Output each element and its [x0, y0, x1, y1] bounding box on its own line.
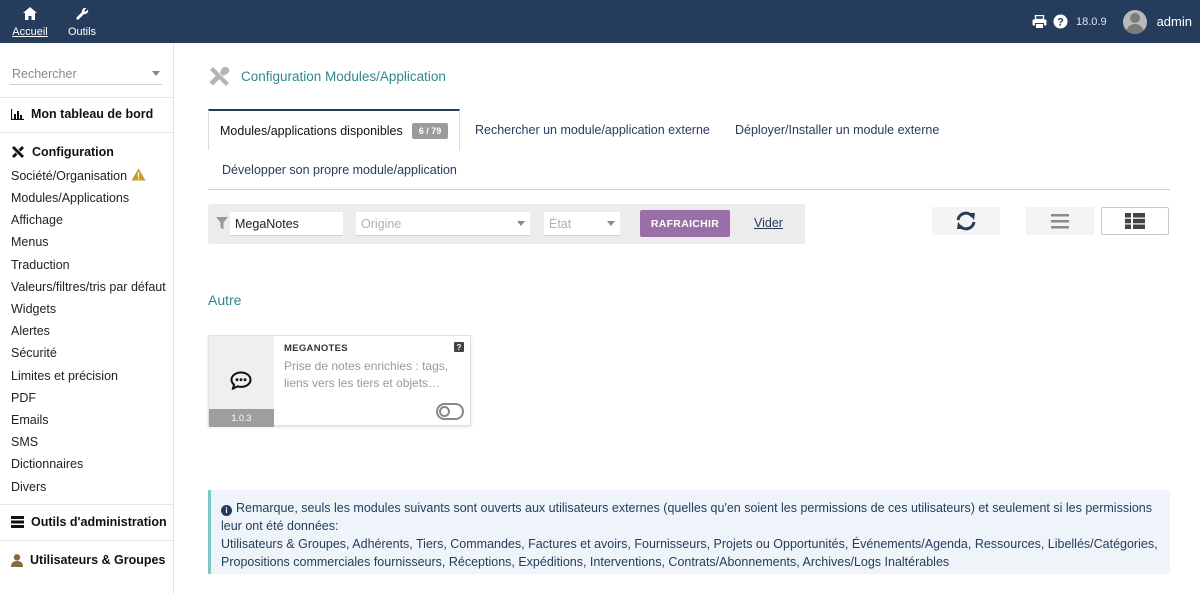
print-icon[interactable]: [1032, 14, 1047, 29]
main-content: Configuration Modules/Application Module…: [175, 43, 1200, 594]
module-toggle[interactable]: [436, 403, 464, 420]
list-icon: [1051, 213, 1069, 229]
filter-icon: [216, 217, 228, 235]
refresh-button[interactable]: RAFRAICHIR: [640, 210, 730, 237]
sidebar-item-menus[interactable]: Menus: [11, 235, 169, 249]
sidebar-item-display[interactable]: Affichage: [11, 213, 169, 227]
sidebar-item-misc[interactable]: Divers: [11, 480, 169, 494]
info-icon: i: [221, 505, 232, 516]
sidebar-item-security[interactable]: Sécurité: [11, 346, 169, 360]
comment-dots-icon: [230, 371, 252, 395]
sidebar-users-groups-label: Utilisateurs & Groupes: [30, 553, 166, 567]
sidebar-item-company[interactable]: Société/Organisation: [11, 168, 169, 184]
tab-search-external[interactable]: Rechercher un module/application externe: [475, 123, 710, 137]
nav-home[interactable]: Accueil: [0, 0, 60, 43]
info-note-line1: i Remarque, seuls les modules suivants so…: [221, 499, 1160, 535]
sidebar-config-header[interactable]: Configuration: [11, 145, 169, 159]
server-icon: [11, 516, 24, 528]
origin-placeholder: Origine: [361, 216, 402, 231]
nav-home-label: Accueil: [12, 25, 48, 38]
module-search-value: MegaNotes: [235, 216, 299, 231]
chevron-down-icon: [517, 221, 525, 226]
sidebar-item-emails[interactable]: Emails: [11, 413, 169, 427]
module-description: Prise de notes enrichies : tags, liens v…: [284, 359, 449, 390]
kanban-view-button[interactable]: [1101, 207, 1169, 235]
topbar-right: ? 18.0.9 admin: [1032, 0, 1192, 43]
top-navbar: Accueil Outils ? 18.0.9 admin: [0, 0, 1200, 43]
sidebar-search-select[interactable]: Rechercher: [10, 63, 162, 85]
tabs-divider: [208, 189, 1170, 190]
chevron-down-icon: [607, 221, 615, 226]
sidebar-item-pdf[interactable]: PDF: [11, 391, 169, 405]
sidebar-dashboard[interactable]: Mon tableau de bord: [11, 107, 169, 121]
module-name[interactable]: MEGANOTES: [284, 343, 348, 354]
user-name[interactable]: admin: [1157, 14, 1192, 29]
tools-icon: [208, 65, 231, 87]
sidebar-users-groups[interactable]: Utilisateurs & Groupes: [11, 553, 169, 567]
tab-deploy-external[interactable]: Déployer/Installer un module externe: [735, 123, 939, 137]
nav-tools[interactable]: Outils: [52, 0, 112, 43]
clear-filters-link[interactable]: Vider: [754, 216, 783, 230]
svg-text:?: ?: [1057, 17, 1064, 29]
home-icon: [23, 6, 37, 22]
nav-tools-label: Outils: [67, 25, 97, 38]
sidebar-item-limits[interactable]: Limites et précision: [11, 369, 169, 383]
page-title: Configuration Modules/Application: [241, 68, 446, 84]
chart-icon: [11, 108, 24, 120]
state-placeholder: État: [549, 216, 572, 231]
sidebar-search-placeholder: Rechercher: [12, 66, 77, 81]
sidebar-item-label: Société/Organisation: [11, 169, 128, 183]
state-select[interactable]: État: [544, 212, 620, 236]
tab-available-modules[interactable]: Modules/applications disponibles 6 / 79: [208, 109, 460, 150]
wrench-icon: [75, 6, 89, 22]
grid-list-icon: [1125, 213, 1145, 229]
module-card: 1.0.3 MEGANOTES ? Prise de notes enrichi…: [208, 335, 471, 427]
sidebar-config-label: Configuration: [32, 145, 114, 159]
sidebar-dashboard-label: Mon tableau de bord: [31, 107, 154, 121]
info-note-modules-list: Utilisateurs & Groupes, Adhérents, Tiers…: [221, 537, 1158, 569]
list-view-button[interactable]: [1026, 207, 1094, 235]
tools-icon: [11, 145, 25, 159]
page-header: Configuration Modules/Application: [208, 65, 446, 87]
chevron-down-icon: [152, 71, 160, 76]
module-version: 1.0.3: [209, 409, 274, 427]
sync-icon: [955, 211, 977, 231]
sidebar-item-modules[interactable]: Modules/Applications: [11, 191, 169, 205]
toggle-knob: [439, 406, 450, 417]
avatar[interactable]: [1122, 9, 1147, 34]
sidebar-item-dictionaries[interactable]: Dictionnaires: [11, 457, 169, 471]
info-note-text: Remarque, seuls les modules suivants son…: [221, 501, 1153, 533]
reload-button[interactable]: [932, 207, 1000, 235]
sidebar-item-translation[interactable]: Traduction: [11, 258, 169, 272]
version-label: 18.0.9: [1075, 15, 1107, 28]
sidebar-admin-tools[interactable]: Outils d'administration: [11, 515, 169, 529]
module-search-input[interactable]: MegaNotes: [230, 212, 343, 236]
count-badge: 6 / 79: [411, 122, 449, 139]
tab-label: Modules/applications disponibles: [220, 123, 403, 138]
info-note: i Remarque, seuls les modules suivants so…: [208, 490, 1170, 574]
tab-develop-module[interactable]: Développer son propre module/application: [222, 163, 457, 177]
help-icon[interactable]: ?: [454, 342, 464, 352]
sidebar: Rechercher Mon tableau de bord Configura…: [0, 43, 174, 594]
help-icon[interactable]: ?: [1053, 14, 1068, 29]
sidebar-item-defaults[interactable]: Valeurs/filtres/tris par défaut: [11, 280, 169, 294]
sidebar-item-widgets[interactable]: Widgets: [11, 302, 169, 316]
section-title: Autre: [208, 292, 242, 308]
user-icon: [11, 553, 23, 567]
module-card-picto: 1.0.3: [209, 336, 274, 427]
sidebar-item-alerts[interactable]: Alertes: [11, 324, 169, 338]
sidebar-admin-tools-label: Outils d'administration: [31, 515, 167, 529]
filter-bar: MegaNotes Origine État RAFRAICHIR Vider: [208, 204, 805, 244]
sidebar-item-sms[interactable]: SMS: [11, 435, 169, 449]
warning-icon: [131, 168, 146, 184]
origin-select[interactable]: Origine: [356, 212, 530, 236]
